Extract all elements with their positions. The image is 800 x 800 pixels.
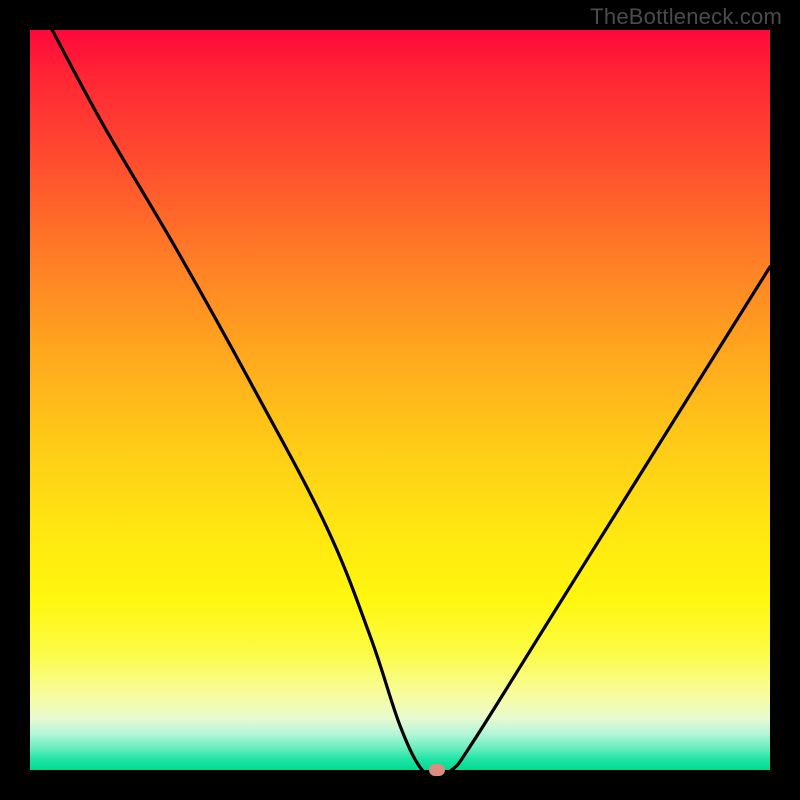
- optimal-point-marker: [429, 764, 445, 776]
- plot-area: [30, 30, 770, 770]
- watermark-label: TheBottleneck.com: [590, 4, 782, 30]
- bottleneck-curve: [52, 30, 770, 770]
- chart-frame: TheBottleneck.com: [0, 0, 800, 800]
- curve-svg: [30, 30, 770, 770]
